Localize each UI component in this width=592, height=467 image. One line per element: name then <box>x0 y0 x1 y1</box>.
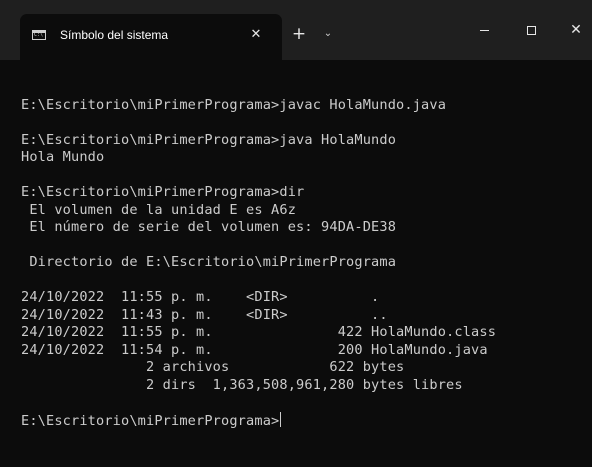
terminal-line: 2 archivos 622 bytes <box>21 359 405 375</box>
command-prompt-icon-text: C:\ <box>34 32 44 38</box>
terminal-line: E:\Escritorio\miPrimerPrograma>dir <box>21 184 305 200</box>
tab-close-button[interactable]: ✕ <box>246 25 266 45</box>
tab-dropdown-button[interactable]: ⌄ <box>320 24 336 44</box>
terminal-line: 24/10/2022 11:43 p. m. <DIR> .. <box>21 306 388 323</box>
terminal-line: El número de serie del volumen es: 94DA-… <box>21 219 397 235</box>
minimize-button[interactable] <box>462 14 506 48</box>
terminal-line: Hola Mundo <box>21 149 105 165</box>
terminal-line: 24/10/2022 11:55 p. m. 422 HolaMundo.cla… <box>21 324 497 340</box>
tab-command-prompt[interactable]: C:\ Símbolo del sistema ✕ <box>20 14 282 60</box>
terminal-line: 24/10/2022 11:55 p. m. <DIR> . <box>21 289 380 305</box>
terminal-line: E:\Escritorio\miPrimerPrograma>java Hola… <box>21 131 397 148</box>
terminal-line: E:\Escritorio\miPrimerPrograma>javac Hol… <box>21 96 447 113</box>
close-icon: ✕ <box>570 22 582 38</box>
prompt-line[interactable]: E:\Escritorio\miPrimerPrograma> <box>21 411 592 430</box>
prompt-text: E:\Escritorio\miPrimerPrograma> <box>21 412 280 429</box>
close-window-button[interactable]: ✕ <box>556 14 592 48</box>
title-bar[interactable]: C:\ Símbolo del sistema ✕ + ⌄ ✕ <box>0 0 592 60</box>
terminal-line: 2 dirs 1,363,508,961,280 bytes libres <box>21 376 463 393</box>
terminal-line: 24/10/2022 11:54 p. m. 200 HolaMundo.jav… <box>21 341 488 358</box>
minimize-icon <box>480 30 489 31</box>
new-tab-button[interactable]: + <box>290 24 308 44</box>
terminal-window: C:\ Símbolo del sistema ✕ + ⌄ ✕ E:\Escri… <box>0 0 592 467</box>
maximize-button[interactable] <box>510 14 554 48</box>
terminal-line: El volumen de la unidad E es A6z <box>21 201 297 218</box>
command-prompt-icon: C:\ <box>32 30 46 40</box>
terminal-output[interactable]: E:\Escritorio\miPrimerPrograma>javac Hol… <box>0 60 592 467</box>
text-cursor <box>280 411 282 427</box>
maximize-icon <box>527 26 536 35</box>
terminal-line: Directorio de E:\Escritorio\miPrimerProg… <box>21 254 397 270</box>
tab-title: Símbolo del sistema <box>60 28 169 42</box>
